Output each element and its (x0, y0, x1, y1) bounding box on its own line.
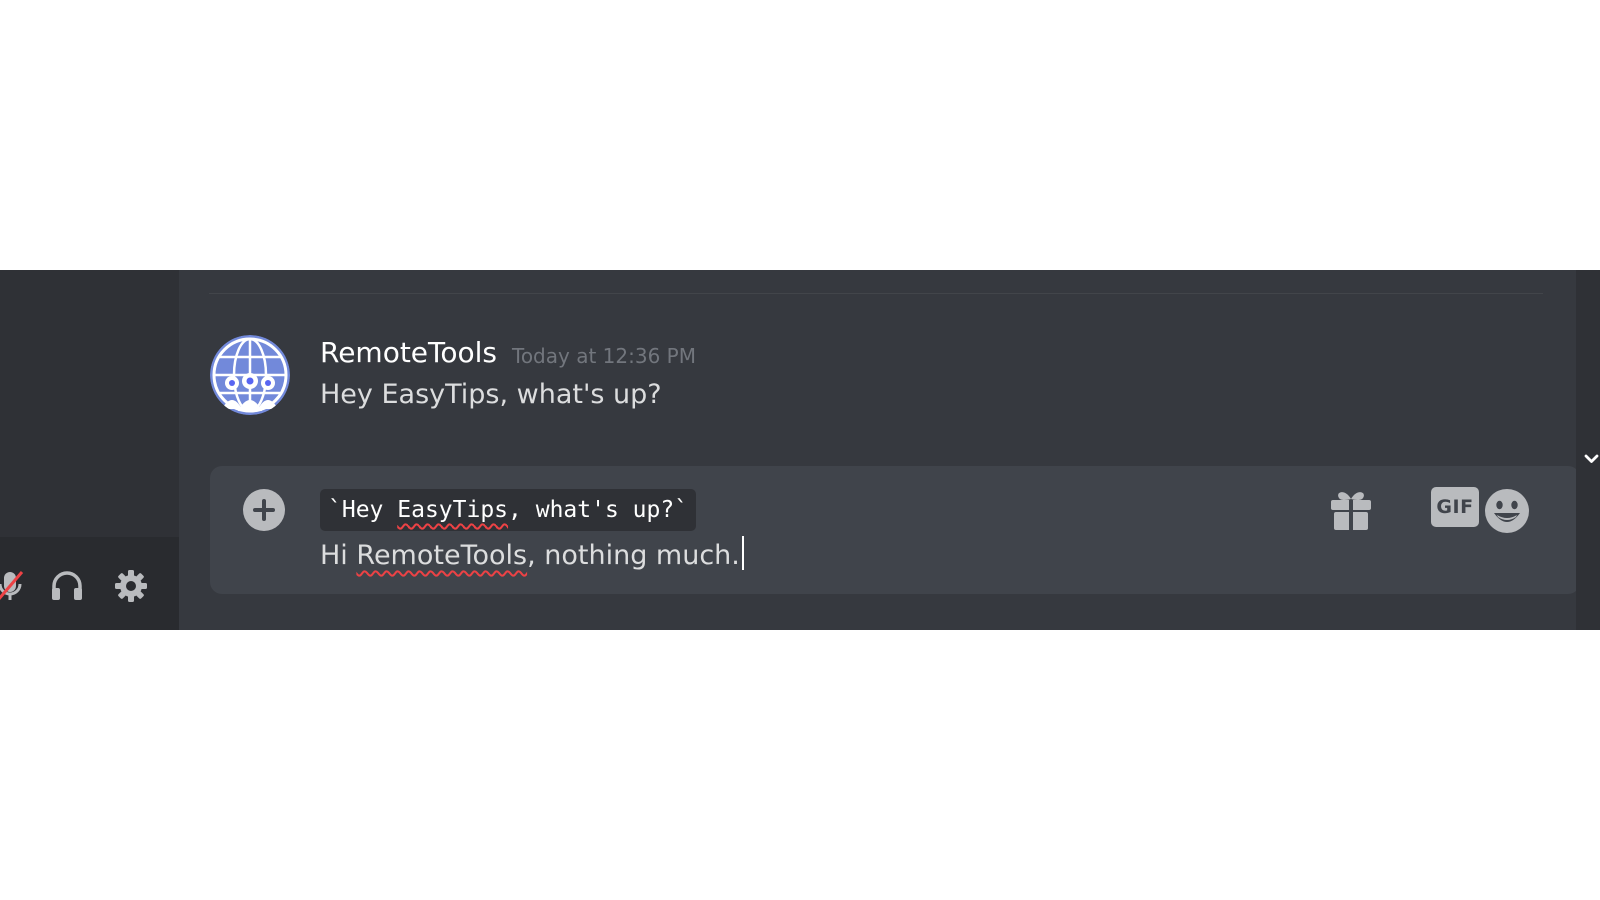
user-panel (0, 537, 179, 630)
message-input[interactable]: Hi RemoteTools, nothing much. (320, 536, 744, 571)
chevron-down-icon[interactable] (1583, 450, 1600, 467)
message-author[interactable]: RemoteTools (320, 336, 497, 369)
quote-prefix: `Hey (328, 497, 398, 523)
message-composer[interactable]: `Hey EasyTips, what's up?` Hi RemoteTool… (210, 466, 1580, 594)
text-caret (741, 536, 744, 570)
channel-sidebar (0, 270, 179, 630)
typed-suffix: , nothing much. (527, 540, 740, 571)
quote-suffix: , what's up?` (508, 497, 689, 523)
typed-prefix: Hi (320, 540, 357, 571)
gift-icon[interactable] (1327, 486, 1375, 534)
misspelled-word[interactable]: EasyTips (397, 497, 508, 523)
settings-gear-icon[interactable] (113, 568, 149, 604)
inline-code-quote[interactable]: `Hey EasyTips, what's up?` (320, 489, 697, 531)
message-timestamp: Today at 12:36 PM (512, 344, 696, 368)
user-avatar[interactable] (210, 335, 290, 415)
emoji-icon[interactable] (1483, 487, 1531, 535)
message-content: Hey EasyTips, what's up? (320, 379, 662, 410)
gif-icon[interactable]: GIF (1431, 487, 1479, 527)
message-divider (209, 293, 1543, 294)
headphones-icon[interactable] (49, 568, 85, 604)
plus-circle-icon[interactable] (243, 489, 285, 531)
discord-window: RemoteTools Today at 12:36 PM Hey EasyTi… (0, 270, 1600, 630)
mute-microphone-icon[interactable] (0, 568, 28, 604)
misspelled-word[interactable]: RemoteTools (356, 540, 527, 571)
chat-area: RemoteTools Today at 12:36 PM Hey EasyTi… (179, 270, 1580, 630)
